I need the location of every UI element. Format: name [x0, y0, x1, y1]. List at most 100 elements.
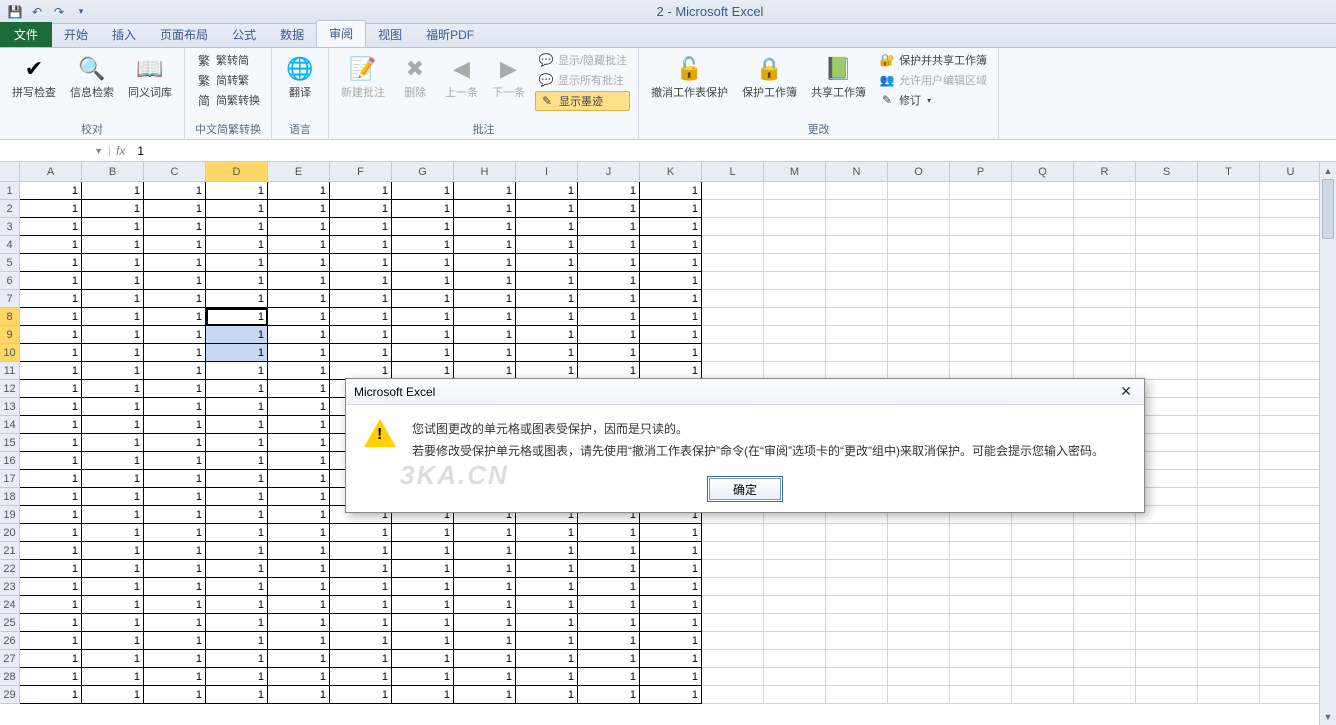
col-header-H[interactable]: H — [454, 162, 516, 182]
cell[interactable] — [1012, 290, 1074, 308]
cell[interactable] — [888, 542, 950, 560]
cell[interactable]: 1 — [20, 632, 82, 650]
cell[interactable]: 1 — [516, 236, 578, 254]
cell[interactable] — [1260, 182, 1322, 200]
cell[interactable] — [702, 326, 764, 344]
cell[interactable] — [1136, 488, 1198, 506]
cell[interactable]: 1 — [516, 254, 578, 272]
cell[interactable]: 1 — [640, 614, 702, 632]
row-header[interactable]: 10 — [0, 344, 20, 362]
row-header[interactable]: 1 — [0, 182, 20, 200]
col-header-J[interactable]: J — [578, 162, 640, 182]
cell[interactable]: 1 — [82, 326, 144, 344]
tab-data[interactable]: 数据 — [268, 22, 316, 47]
unprotect-sheet-button[interactable]: 🔓 撤消工作表保护 — [647, 51, 732, 101]
cell[interactable] — [826, 524, 888, 542]
cell[interactable]: 1 — [206, 380, 268, 398]
cell[interactable] — [826, 182, 888, 200]
cell[interactable] — [702, 182, 764, 200]
cell[interactable] — [1074, 614, 1136, 632]
cell[interactable]: 1 — [516, 542, 578, 560]
cell[interactable] — [950, 272, 1012, 290]
cell[interactable] — [1260, 200, 1322, 218]
cell[interactable] — [1074, 182, 1136, 200]
cell[interactable] — [1260, 290, 1322, 308]
cell[interactable]: 1 — [392, 560, 454, 578]
cell[interactable]: 1 — [454, 218, 516, 236]
cell[interactable]: 1 — [268, 632, 330, 650]
cell[interactable]: 1 — [392, 326, 454, 344]
cell[interactable]: 1 — [268, 272, 330, 290]
tab-home[interactable]: 开始 — [52, 22, 100, 47]
cell[interactable] — [1074, 326, 1136, 344]
cell[interactable]: 1 — [206, 362, 268, 380]
cell[interactable] — [1260, 632, 1322, 650]
cell[interactable] — [1198, 488, 1260, 506]
cell[interactable] — [702, 668, 764, 686]
cell[interactable] — [1260, 578, 1322, 596]
cell[interactable] — [764, 182, 826, 200]
convert-button[interactable]: 简简繁转换 — [193, 91, 263, 109]
cell[interactable]: 1 — [144, 614, 206, 632]
cell[interactable] — [1136, 434, 1198, 452]
cell[interactable] — [1260, 614, 1322, 632]
cell[interactable]: 1 — [640, 236, 702, 254]
cell[interactable] — [1136, 650, 1198, 668]
cell[interactable]: 1 — [454, 632, 516, 650]
cell[interactable] — [1012, 344, 1074, 362]
cell[interactable]: 1 — [82, 506, 144, 524]
cell[interactable]: 1 — [268, 290, 330, 308]
to-traditional-button[interactable]: 繁简转繁 — [193, 71, 263, 89]
cell[interactable]: 1 — [82, 254, 144, 272]
cell[interactable]: 1 — [206, 398, 268, 416]
cell[interactable]: 1 — [330, 254, 392, 272]
cell[interactable] — [826, 668, 888, 686]
cell[interactable] — [1136, 290, 1198, 308]
cell[interactable]: 1 — [82, 560, 144, 578]
cell[interactable] — [888, 650, 950, 668]
cell[interactable]: 1 — [268, 686, 330, 704]
cell[interactable] — [1074, 686, 1136, 704]
cell[interactable] — [1074, 524, 1136, 542]
to-simplified-button[interactable]: 繁繁转简 — [193, 51, 263, 69]
cell[interactable] — [764, 254, 826, 272]
cell[interactable]: 1 — [82, 452, 144, 470]
cell[interactable]: 1 — [82, 218, 144, 236]
cell[interactable]: 1 — [640, 308, 702, 326]
cell[interactable]: 1 — [454, 344, 516, 362]
row-header[interactable]: 14 — [0, 416, 20, 434]
cell[interactable]: 1 — [20, 290, 82, 308]
cell[interactable]: 1 — [206, 182, 268, 200]
cell[interactable]: 1 — [330, 686, 392, 704]
cell[interactable]: 1 — [144, 560, 206, 578]
cell[interactable] — [1136, 524, 1198, 542]
cell[interactable] — [1136, 326, 1198, 344]
cell[interactable] — [764, 560, 826, 578]
cell[interactable]: 1 — [20, 614, 82, 632]
scroll-down-icon[interactable]: ▼ — [1320, 708, 1336, 725]
cell[interactable] — [1198, 560, 1260, 578]
cell[interactable]: 1 — [144, 218, 206, 236]
cell[interactable]: 1 — [82, 380, 144, 398]
cell[interactable] — [764, 272, 826, 290]
cell[interactable]: 1 — [144, 506, 206, 524]
cell[interactable] — [1074, 596, 1136, 614]
cell[interactable] — [702, 200, 764, 218]
cell[interactable]: 1 — [268, 578, 330, 596]
select-all-corner[interactable] — [0, 162, 20, 182]
dialog-titlebar[interactable]: Microsoft Excel ✕ — [346, 379, 1144, 405]
cell[interactable]: 1 — [144, 398, 206, 416]
scroll-thumb[interactable] — [1322, 179, 1334, 239]
cell[interactable] — [888, 524, 950, 542]
cell[interactable]: 1 — [578, 524, 640, 542]
cell[interactable]: 1 — [206, 470, 268, 488]
cell[interactable] — [1012, 632, 1074, 650]
cell[interactable]: 1 — [144, 434, 206, 452]
cell[interactable] — [1260, 542, 1322, 560]
cell[interactable] — [1074, 200, 1136, 218]
cell[interactable]: 1 — [330, 272, 392, 290]
cell[interactable] — [950, 236, 1012, 254]
thesaurus-button[interactable]: 📖 同义词库 — [124, 51, 176, 101]
cell[interactable]: 1 — [82, 434, 144, 452]
cell[interactable] — [950, 614, 1012, 632]
